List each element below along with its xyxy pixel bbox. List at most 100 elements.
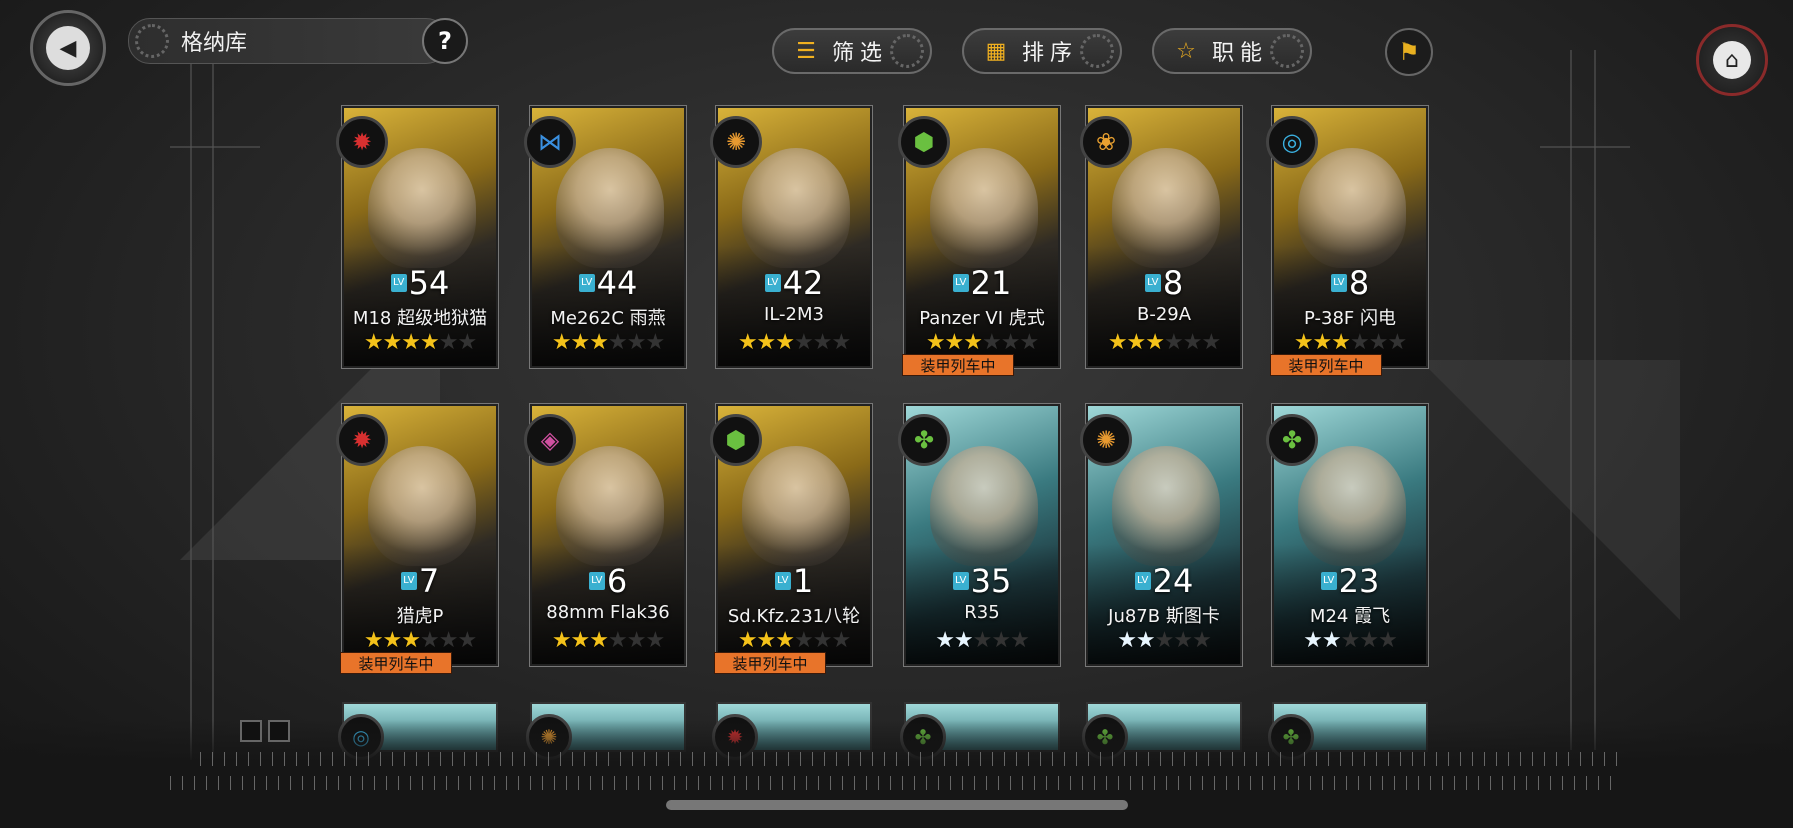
level-row: LV 21 — [906, 264, 1058, 302]
empty-stars: ★★★ — [1154, 628, 1212, 653]
level-value: 44 — [596, 264, 638, 302]
back-button[interactable]: ◀ — [30, 10, 106, 86]
level-value: 35 — [970, 562, 1012, 600]
unit-card[interactable]: ❀ LV 8 B-29A ★★★★★★ — [1080, 106, 1242, 368]
star-rating: ★★★★★★ — [1088, 330, 1240, 355]
level-value: 54 — [408, 264, 450, 302]
star-rating: ★★★★★★ — [532, 330, 684, 355]
level-tag: LV — [578, 274, 595, 292]
star-outline-icon: ☆ — [1176, 38, 1196, 64]
level-value: 23 — [1338, 562, 1380, 600]
empty-stars: ★★★ — [794, 330, 851, 355]
help-button[interactable]: ? — [422, 18, 468, 64]
green-shield-icon: ⬢ — [898, 116, 950, 168]
frame-line — [1540, 146, 1630, 148]
filled-stars: ★★★ — [551, 330, 609, 355]
empty-stars: ★★★ — [972, 628, 1030, 653]
armored-train-badge: 装甲列车中 — [1270, 354, 1382, 376]
star-rating: ★★★★★★ — [718, 330, 870, 355]
empty-stars: ★★★ — [982, 330, 1039, 355]
level-tag: LV — [1134, 572, 1151, 590]
star-rating: ★★★★★★ — [344, 628, 496, 653]
unit-card[interactable]: ◈ LV 6 88mm Flak36 ★★★★★★ — [524, 404, 686, 666]
empty-stars: ★★★ — [1350, 330, 1407, 355]
unit-name: 猎虎P — [396, 606, 444, 627]
level-tag: LV — [390, 274, 407, 292]
empty-stars: ★★★ — [1340, 628, 1398, 653]
back-arrow-icon: ◀ — [46, 26, 90, 70]
armored-train-badge: 装甲列车中 — [340, 652, 452, 674]
frame-line — [212, 60, 214, 760]
sort-label: 排序 — [1022, 41, 1079, 66]
star-rating: ★★★★★★ — [344, 330, 496, 355]
level-row: LV 6 — [532, 562, 684, 600]
empty-stars: ★★ — [438, 330, 477, 355]
green-shield-icon: ⬢ — [710, 414, 762, 466]
green-tree-icon: ✤ — [1266, 414, 1318, 466]
frame-line — [1594, 50, 1596, 750]
level-row: LV 35 — [906, 562, 1058, 600]
filter-label: 筛选 — [832, 41, 889, 66]
empty-stars: ★★★ — [794, 628, 851, 653]
unit-card[interactable]: ✤ LV 35 R35 ★★★★★ — [898, 404, 1060, 666]
filled-stars: ★★★★ — [363, 330, 440, 355]
orange-cluster-icon: ❀ — [1080, 116, 1132, 168]
filter-button[interactable]: ☰ 筛选 — [772, 28, 932, 74]
sort-button[interactable]: ▦ 排序 — [962, 28, 1122, 74]
unit-card[interactable]: ✹ LV 7 猎虎P ★★★★★★ 装甲列车中 — [336, 404, 498, 674]
filled-stars: ★★★ — [737, 628, 795, 653]
level-row: LV 44 — [532, 264, 684, 302]
level-value: 6 — [606, 562, 628, 600]
level-tag: LV — [1330, 274, 1347, 292]
star-rating: ★★★★★★ — [718, 628, 870, 653]
unit-card[interactable]: ⬢ LV 1 Sd.Kfz.231八轮 ★★★★★★ 装甲列车中 — [710, 404, 872, 674]
empty-stars: ★★★ — [608, 628, 665, 653]
level-tag: LV — [952, 572, 969, 590]
empty-stars: ★★★ — [420, 628, 477, 653]
unit-name: M24 霞飞 — [1309, 606, 1391, 627]
unit-card[interactable]: ✺ LV 24 Ju87B 斯图卡 ★★★★★ — [1080, 404, 1242, 666]
unit-card[interactable]: ◎ LV 8 P-38F 闪电 ★★★★★★ 装甲列车中 — [1266, 106, 1428, 376]
level-row: LV 7 — [344, 562, 496, 600]
pink-diamond-icon: ◈ — [524, 414, 576, 466]
role-button[interactable]: ☆ 职能 — [1152, 28, 1312, 74]
level-tag: LV — [400, 572, 417, 590]
unit-card[interactable]: ✤ LV 23 M24 霞飞 ★★★★★ — [1266, 404, 1428, 666]
page-dot-icon — [268, 720, 290, 742]
unit-card[interactable]: ⬢ LV 21 Panzer VI 虎式 ★★★★★★ 装甲列车中 — [898, 106, 1060, 376]
home-button[interactable]: ⌂ — [1696, 24, 1768, 96]
question-icon: ? — [438, 27, 452, 55]
level-row: LV 24 — [1088, 562, 1240, 600]
level-tag: LV — [952, 274, 969, 292]
star-rating: ★★★★★★ — [906, 330, 1058, 355]
level-row: LV 54 — [344, 264, 496, 302]
unit-card[interactable]: ✹ LV 54 M18 超级地狱猫 ★★★★★★ — [336, 106, 498, 368]
ruler-decor — [200, 752, 1620, 766]
star-rating: ★★★★★ — [1274, 628, 1426, 653]
level-value: 21 — [970, 264, 1012, 302]
cog-decor-icon — [1270, 34, 1304, 68]
level-tag: LV — [764, 274, 781, 292]
unit-name: M18 超级地狱猫 — [352, 308, 488, 329]
star-rating: ★★★★★★ — [532, 628, 684, 653]
empty-stars: ★★★ — [608, 330, 665, 355]
level-value: 7 — [418, 562, 440, 600]
star-rating: ★★★★★ — [906, 628, 1058, 653]
home-indicator[interactable] — [666, 800, 1128, 810]
page-title: 格纳库 — [181, 31, 248, 56]
filled-stars: ★★★ — [1107, 330, 1165, 355]
orange-flame-icon: ✺ — [1080, 414, 1132, 466]
level-row: LV 8 — [1088, 264, 1240, 302]
home-icon: ⌂ — [1713, 41, 1751, 79]
level-value: 8 — [1348, 264, 1370, 302]
filled-stars: ★★ — [1303, 628, 1341, 653]
page-title-bar: 格纳库 — [128, 18, 448, 64]
background-shape — [1420, 360, 1680, 620]
emblem-button[interactable]: ⚑ — [1385, 28, 1433, 76]
frame-line — [170, 146, 260, 148]
red-gear-icon: ✹ — [336, 116, 388, 168]
unit-card[interactable]: ✺ LV 42 IL-2M3 ★★★★★★ — [710, 106, 872, 368]
armored-train-badge: 装甲列车中 — [714, 652, 826, 674]
filled-stars: ★★ — [1117, 628, 1155, 653]
unit-card[interactable]: ⋈ LV 44 Me262C 雨燕 ★★★★★★ — [524, 106, 686, 368]
